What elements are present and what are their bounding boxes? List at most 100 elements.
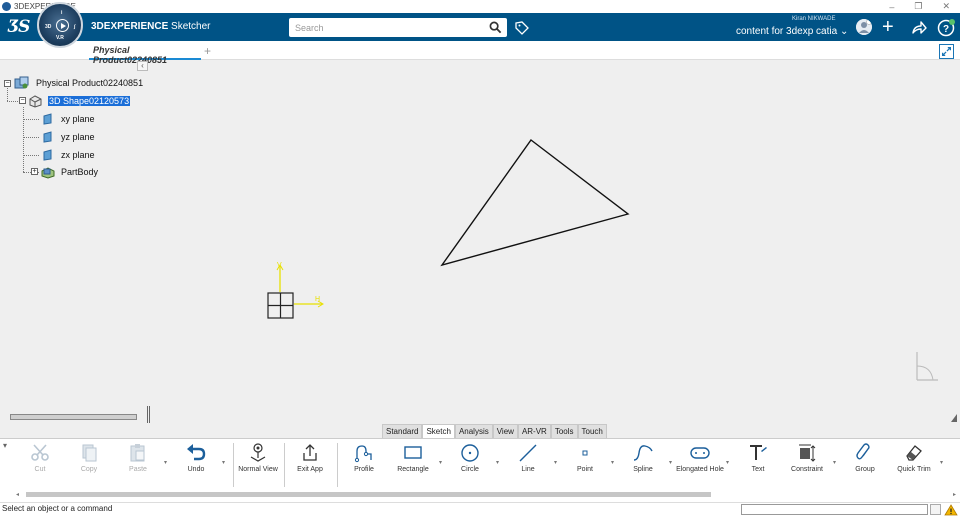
- tree-item-partbody[interactable]: PartBody: [40, 165, 98, 179]
- chevron-down-icon[interactable]: ▾: [940, 459, 943, 466]
- tree-item-label: 3D Shape02120573: [48, 96, 131, 106]
- tab-ar-vr[interactable]: AR-VR: [517, 424, 551, 438]
- sketch-axis[interactable]: [267, 264, 324, 319]
- compass-icon[interactable]: 3D i ∫ V.R: [37, 2, 83, 48]
- tab-standard[interactable]: Standard: [382, 424, 423, 438]
- elongated-hole-label: Elongated Hole: [676, 466, 724, 473]
- tab-touch[interactable]: Touch: [577, 424, 607, 438]
- compass-social-label: i: [61, 10, 63, 16]
- warning-icon[interactable]: [944, 504, 958, 516]
- triangle-sketch[interactable]: [440, 139, 630, 267]
- chevron-down-icon[interactable]: ▾: [222, 459, 225, 466]
- spline-icon: [633, 445, 653, 461]
- exit-app-button[interactable]: Exit App: [285, 443, 335, 474]
- line-button[interactable]: Line: [503, 443, 553, 474]
- circle-icon: [461, 444, 479, 462]
- cut-button[interactable]: Cut: [15, 443, 65, 474]
- chevron-down-icon[interactable]: ▾: [669, 459, 672, 466]
- circle-button[interactable]: Circle: [445, 443, 495, 474]
- action-bar-menu-icon[interactable]: ▾: [3, 441, 7, 450]
- chevron-down-icon[interactable]: ▾: [833, 459, 836, 466]
- plane-icon: [43, 131, 52, 143]
- tab-analysis[interactable]: Analysis: [454, 424, 493, 438]
- profile-icon: [354, 445, 372, 463]
- chevron-down-icon[interactable]: ▾: [726, 459, 729, 466]
- plane-icon: [43, 113, 52, 125]
- scroll-left-icon[interactable]: ◂: [16, 491, 19, 498]
- tree-connector: [23, 119, 39, 120]
- tree-connector: [23, 107, 24, 172]
- normal-view-button[interactable]: Normal View: [233, 443, 283, 474]
- tree-item-label: xy plane: [61, 114, 95, 124]
- status-message: Select an object or a command: [2, 504, 113, 513]
- tree-connector: [23, 137, 39, 138]
- spline-label: Spline: [633, 466, 653, 473]
- profile-button[interactable]: Profile: [339, 443, 389, 474]
- rectangle-label: Rectangle: [397, 466, 429, 473]
- text-label: Text: [751, 466, 765, 473]
- compass-3d-label: 3D: [45, 24, 52, 30]
- paste-label: Paste: [129, 466, 147, 473]
- point-button[interactable]: Point: [560, 443, 610, 474]
- normal-view-label: Normal View: [238, 466, 278, 473]
- axis-h-label: H: [315, 296, 321, 303]
- power-input-button[interactable]: [930, 504, 941, 515]
- copy-button[interactable]: Copy: [64, 443, 114, 474]
- chevron-down-icon[interactable]: ▾: [611, 459, 614, 466]
- resize-grip-icon[interactable]: [951, 414, 957, 422]
- chevron-down-icon[interactable]: ▾: [164, 459, 167, 466]
- paste-button[interactable]: Paste: [113, 443, 163, 474]
- tab-view[interactable]: View: [492, 424, 518, 438]
- elongated-hole-button[interactable]: Elongated Hole: [675, 443, 725, 474]
- chevron-down-icon[interactable]: ▾: [496, 459, 499, 466]
- elongated-hole-icon: [690, 447, 710, 459]
- group-button[interactable]: Group: [840, 443, 890, 474]
- chevron-down-icon[interactable]: ▾: [554, 459, 557, 466]
- scissors-icon: [31, 444, 49, 461]
- rectangle-button[interactable]: Rectangle: [388, 443, 438, 474]
- line-icon: [519, 444, 537, 462]
- exit-app-label: Exit App: [297, 466, 323, 473]
- tree-item-3d-shape[interactable]: 3D Shape02120573: [28, 94, 131, 108]
- clipboard-icon: [130, 444, 145, 462]
- tree-item-label: yz plane: [61, 132, 95, 142]
- compass-vr-label: V.R: [56, 35, 64, 41]
- point-icon: [582, 450, 588, 456]
- view-compass-icon[interactable]: [916, 352, 938, 381]
- tab-tools[interactable]: Tools: [550, 424, 578, 438]
- expand-toggle-icon[interactable]: +: [31, 168, 38, 175]
- plane-icon: [43, 149, 52, 161]
- constraint-button[interactable]: Constraint: [782, 443, 832, 474]
- collapse-toggle-icon[interactable]: −: [19, 97, 26, 104]
- power-input[interactable]: [741, 504, 928, 515]
- chevron-down-icon[interactable]: ▾: [439, 459, 442, 466]
- action-bar-tabs: Standard Sketch Analysis View AR-VR Tool…: [382, 424, 607, 438]
- action-bar-scrollbar[interactable]: ◂ ▸: [14, 491, 958, 498]
- tree-collapse-button[interactable]: ‹: [137, 61, 148, 71]
- profile-label: Profile: [354, 466, 374, 473]
- toolbar-separator: [337, 443, 338, 487]
- tree-item-zx-plane[interactable]: zx plane: [43, 148, 95, 162]
- rectangle-icon: [404, 446, 422, 459]
- tree-item-physical-product[interactable]: Physical Product02240851: [14, 76, 143, 90]
- group-label: Group: [855, 466, 875, 473]
- tree-item-yz-plane[interactable]: yz plane: [43, 130, 95, 144]
- text-button[interactable]: Text: [733, 443, 783, 474]
- tree-splitter[interactable]: [147, 406, 150, 423]
- undo-button[interactable]: Undo: [171, 443, 221, 474]
- tree-scrollbar[interactable]: [10, 414, 137, 420]
- spline-button[interactable]: Spline: [618, 443, 668, 474]
- tree-item-label: zx plane: [61, 150, 95, 160]
- tab-sketch[interactable]: Sketch: [422, 424, 455, 438]
- scrollbar-thumb[interactable]: [26, 492, 711, 497]
- scroll-right-icon[interactable]: ▸: [953, 491, 956, 498]
- quick-trim-button[interactable]: Quick Trim: [889, 443, 939, 474]
- specification-tree: ‹ − − + Physical Product02240851 3D Shap…: [0, 60, 150, 190]
- copy-icon: [82, 444, 97, 462]
- collapse-toggle-icon[interactable]: −: [4, 80, 11, 87]
- constraint-icon: [799, 444, 816, 462]
- eraser-icon: [906, 445, 922, 461]
- tree-connector: [23, 155, 39, 156]
- tree-item-xy-plane[interactable]: xy plane: [43, 112, 95, 126]
- exit-icon: [303, 444, 317, 461]
